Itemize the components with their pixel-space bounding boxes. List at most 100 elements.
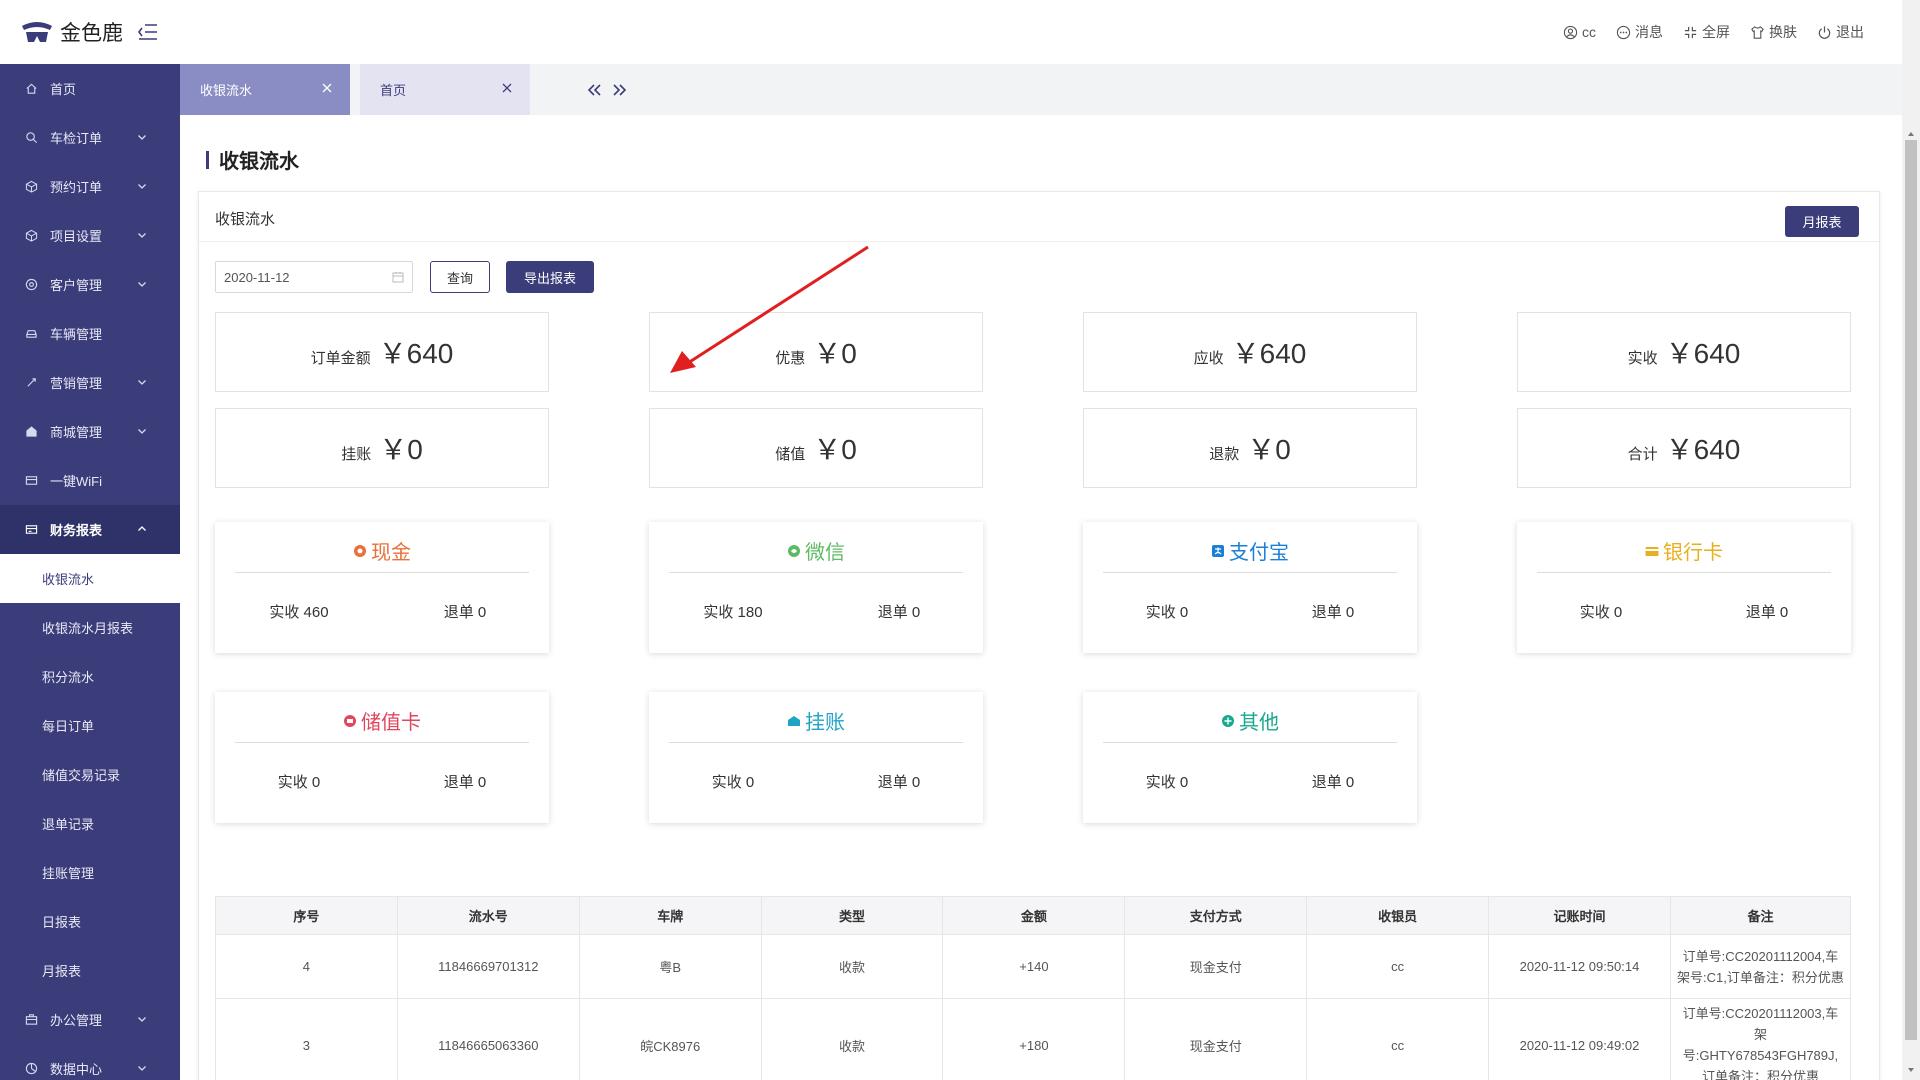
date-picker-input[interactable]: 2020-11-12 [215,261,413,293]
sidebar-item-data-center[interactable]: 数据中心 [0,1044,180,1080]
messages-button[interactable]: 消息 [1616,22,1663,42]
logout-button[interactable]: 退出 [1817,22,1864,42]
double-chevron-left-icon[interactable] [585,82,603,98]
stat-label: 合计 [1627,445,1658,463]
scroll-up-icon[interactable] [1905,128,1917,140]
sidebar-subitem-monthly-report[interactable]: 月报表 [0,946,180,995]
sidebar-subitem-label: 收银流水 [42,572,95,587]
sidebar-subitem-stored-value-records[interactable]: 储值交易记录 [0,750,180,799]
sidebar-subitem-daily-report[interactable]: 日报表 [0,897,180,946]
table-row[interactable]: 4 11846669701312 粤B 收款 +140 现金支付 cc 2020… [215,934,1852,999]
cell-time: 2020-11-12 09:49:02 [1488,998,1671,1080]
tab-label: 首页 [380,83,407,98]
sidebar-item-wifi[interactable]: 一键WiFi [0,456,180,505]
sidebar-item-marketing[interactable]: 营销管理 [0,358,180,407]
column-header[interactable]: 类型 [760,896,944,935]
finance-icon [24,523,38,537]
sidebar-item-inspection-orders[interactable]: 车检订单 [0,113,180,162]
menu-toggle-icon[interactable] [137,22,159,42]
sidebar-item-finance-reports[interactable]: 财务报表 [0,505,180,554]
chevron-down-icon [138,1066,146,1071]
sidebar-subitem-monthly-cash-report[interactable]: 收银流水月报表 [0,603,180,652]
stat-credit: 挂账 ￥0 [215,408,549,488]
tab-label: 收银流水 [200,83,253,98]
payment-refund: 退单 0 [877,604,921,621]
sidebar-item-store[interactable]: 商城管理 [0,407,180,456]
sidebar-subitem-refund-records[interactable]: 退单记录 [0,799,180,848]
sidebar-item-customers[interactable]: 客户管理 [0,260,180,309]
fullscreen-button[interactable]: 全屏 [1683,22,1730,42]
payment-title: 其他 [1083,706,1417,735]
column-header[interactable]: 流水号 [396,896,580,935]
double-chevron-right-icon[interactable] [611,82,629,98]
cell-index: 4 [215,934,398,999]
power-icon [1818,25,1831,39]
column-header[interactable]: 金额 [942,896,1126,935]
chevron-down-icon [138,282,146,287]
stat-value: ￥0 [1247,434,1291,465]
divider [235,572,529,573]
credit-icon [788,715,800,726]
sidebar-subitem-label: 日报表 [42,915,82,930]
cell-cashier: cc [1306,998,1490,1080]
column-header[interactable]: 备注 [1669,896,1852,935]
stat-label: 挂账 [341,445,372,463]
skin-button[interactable]: 换肤 [1750,22,1797,42]
stat-value: ￥640 [1665,338,1741,369]
logo[interactable]: 金色鹿 [20,17,123,47]
sidebar-item-label: 车检订单 [50,131,103,146]
sidebar-item-appointments[interactable]: 预约订单 [0,162,180,211]
tab-home[interactable]: 首页 [360,64,530,115]
card-title: 收银流水 [215,211,276,228]
logo-text: 金色鹿 [60,22,123,45]
cell-amount: +180 [942,998,1126,1080]
stat-order-amount: 订单金额 ￥640 [215,312,549,392]
month-report-button[interactable]: 月报表 [1785,206,1859,237]
page-title: 收银流水 [206,145,299,174]
sidebar-subitem-label: 退单记录 [42,817,95,832]
scroll-down-icon[interactable] [1905,1064,1917,1076]
payment-name: 现金 [371,542,411,564]
payment-title: 挂账 [649,706,983,735]
close-icon[interactable] [320,81,334,95]
skin-label: 换肤 [1769,24,1797,40]
stat-refund: 退款 ￥0 [1083,408,1417,488]
sidebar-item-label: 营销管理 [50,376,103,391]
query-button[interactable]: 查询 [430,261,490,293]
sidebar-item-project-settings[interactable]: 项目设置 [0,211,180,260]
column-header[interactable]: 支付方式 [1124,896,1308,935]
sidebar-subitem-label: 挂账管理 [42,866,95,881]
stat-value: ￥640 [378,338,454,369]
transactions-table: 序号 流水号 车牌 类型 金额 支付方式 收银员 记账时间 备注 4 11846… [215,896,1852,1080]
export-report-button[interactable]: 导出报表 [506,261,594,293]
sidebar-subitem-points-flow[interactable]: 积分流水 [0,652,180,701]
car-icon [24,327,38,341]
sidebar: 首页 车检订单 预约订单 项目设置 客户管理 车辆管理 营销管理 商城管理 一键… [0,64,180,1080]
table-row[interactable]: 3 11846665063360 皖CK8976 收款 +180 现金支付 cc… [215,998,1852,1080]
payment-name: 储值卡 [361,712,421,734]
tab-cash-flow[interactable]: 收银流水 [180,64,350,115]
stat-label: 订单金额 [310,349,371,367]
column-header[interactable]: 序号 [215,896,398,935]
close-icon[interactable] [500,81,514,95]
sidebar-subitem-label: 积分流水 [42,670,95,685]
payment-title: 微信 [649,536,983,565]
sidebar-subitem-label: 每日订单 [42,719,95,734]
payment-received: 实收 0 [1579,604,1623,621]
column-header[interactable]: 收银员 [1306,896,1490,935]
column-header[interactable]: 记账时间 [1488,896,1671,935]
search-icon [24,131,38,145]
sidebar-item-home[interactable]: 首页 [0,64,180,113]
user-menu[interactable]: cc [1563,24,1596,40]
sidebar-subitem-cash-flow[interactable]: 收银流水 [0,554,180,603]
scrollbar-thumb[interactable] [1905,140,1917,1040]
user-icon [1563,25,1578,39]
payment-name: 银行卡 [1663,542,1723,564]
sidebar-subitem-credit-management[interactable]: 挂账管理 [0,848,180,897]
sidebar-item-vehicles[interactable]: 车辆管理 [0,309,180,358]
alipay-icon [1212,544,1224,557]
column-header[interactable]: 车牌 [578,896,762,935]
sidebar-item-office[interactable]: 办公管理 [0,995,180,1044]
sidebar-subitem-daily-orders[interactable]: 每日订单 [0,701,180,750]
messages-label: 消息 [1635,24,1663,40]
